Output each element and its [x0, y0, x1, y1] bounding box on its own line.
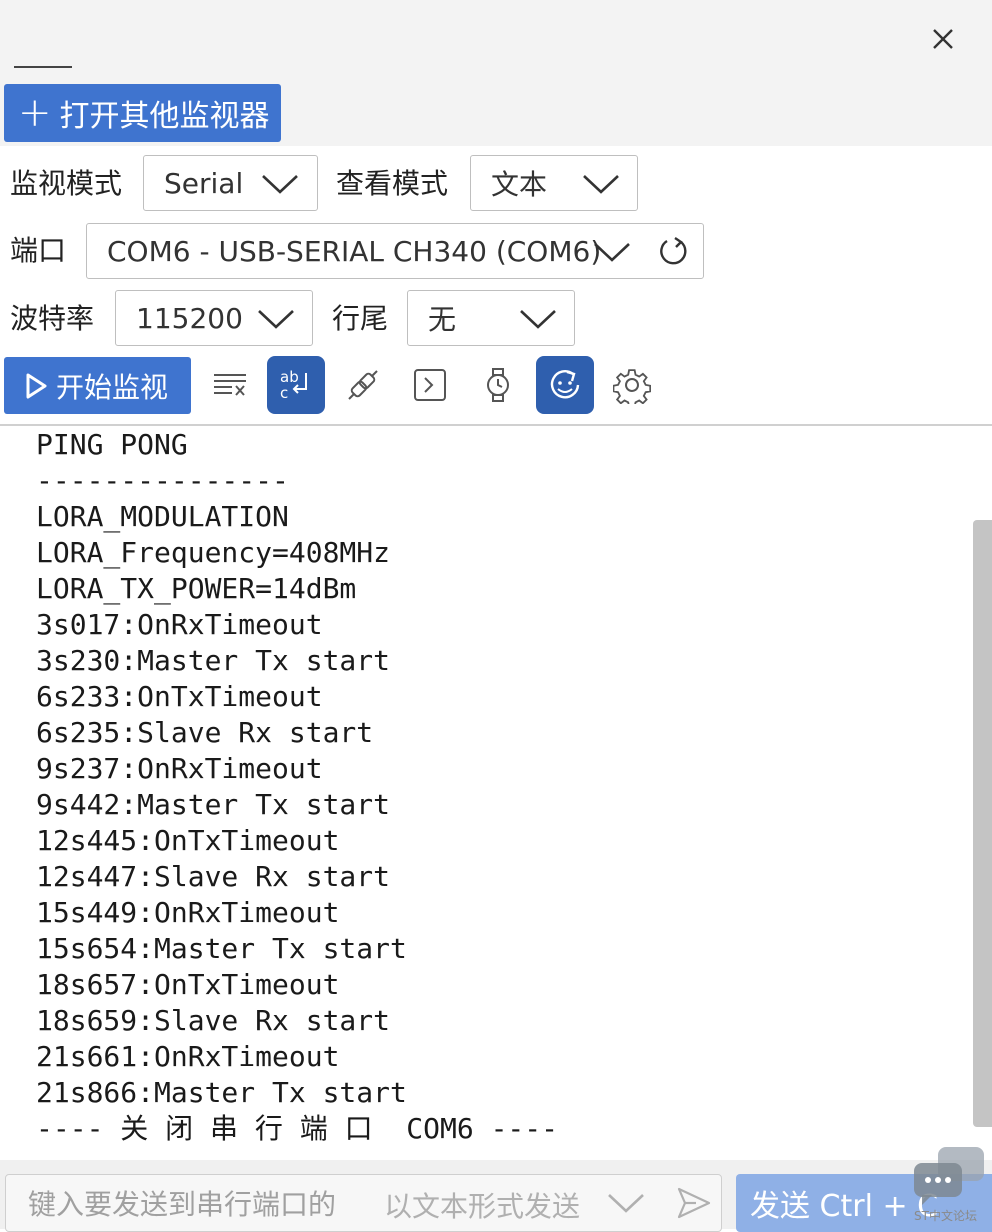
chevron-down-icon — [520, 310, 556, 329]
output-line: LORA_MODULATION — [36, 500, 289, 533]
start-monitor-button[interactable]: 开始监视 — [4, 357, 191, 414]
output-line: LORA_TX_POWER=14dBm — [36, 572, 357, 605]
connect-button[interactable] — [338, 360, 388, 410]
send-mode-label[interactable]: 以文本形式发送 — [384, 1185, 580, 1225]
output-line: 15s654:Master Tx start — [36, 932, 407, 965]
terminal-button[interactable] — [405, 360, 455, 410]
timestamp-button[interactable] — [473, 360, 523, 410]
output-line: 12s447:Slave Rx start — [36, 860, 391, 893]
chevron-down-icon — [262, 175, 298, 194]
plus-icon: + — [18, 90, 52, 136]
auto-reconnect-toggle[interactable] — [536, 356, 594, 414]
auto-reconnect-icon — [550, 370, 580, 399]
output-line: --------------- — [36, 464, 289, 497]
output-line: 12s445:OnTxTimeout — [36, 824, 340, 857]
start-monitor-label: 开始监视 — [56, 370, 169, 404]
output-line: 3s230:Master Tx start — [36, 644, 391, 677]
line-ending-label: 行尾 — [332, 302, 389, 335]
open-other-monitor-button[interactable]: + 打开其他监视器 — [4, 84, 281, 142]
send-input-box[interactable]: 以文本形式发送 — [5, 1174, 722, 1232]
output-line: 9s442:Master Tx start — [36, 788, 391, 821]
play-icon — [26, 373, 47, 398]
settings-icon — [613, 369, 651, 404]
output-line: PING PONG — [36, 428, 188, 461]
settings-button[interactable] — [607, 360, 657, 410]
watermark-text: ST中文论坛 — [914, 1209, 977, 1223]
toolbar-divider — [0, 424, 992, 426]
monitor-mode-select[interactable]: Serial — [143, 155, 318, 211]
port-select[interactable]: COM6 - USB-SERIAL CH340 (COM6) — [86, 223, 704, 279]
chevron-down-icon — [594, 243, 630, 262]
timestamp-icon — [487, 368, 509, 402]
chevron-down-icon — [258, 310, 294, 329]
refresh-icon[interactable] — [657, 235, 691, 269]
output-line: 21s866:Master Tx start — [36, 1076, 407, 1109]
output-line: 3s017:OnRxTimeout — [36, 608, 323, 641]
view-mode-label: 查看模式 — [336, 167, 449, 200]
open-other-monitor-label: 打开其他监视器 — [59, 99, 270, 134]
output-line: 18s659:Slave Rx start — [36, 1004, 391, 1037]
serial-output[interactable]: PING PONG --------------- LORA_MODULATION L… — [0, 427, 992, 1160]
clear-icon — [214, 374, 246, 396]
output-line: ---- 关 闭 串 行 端 口 COM6 ---- — [36, 1112, 559, 1145]
close-icon[interactable] — [926, 22, 960, 56]
output-line: 15s449:OnRxTimeout — [36, 896, 340, 929]
output-line: 18s657:OnTxTimeout — [36, 968, 340, 1001]
output-line: 6s233:OnTxTimeout — [36, 680, 323, 713]
line-ending-select[interactable]: 无 — [407, 290, 575, 346]
output-line: 6s235:Slave Rx start — [36, 716, 374, 749]
chevron-down-icon — [583, 175, 619, 194]
send-arrow-icon[interactable] — [676, 1185, 712, 1221]
output-lines: PING PONG --------------- LORA_MODULATION L… — [36, 427, 558, 1147]
tab-indicator — [14, 66, 72, 68]
output-line: LORA_Frequency=408MHz — [36, 536, 391, 569]
terminal-icon — [414, 369, 446, 401]
monitor-mode-label: 监视模式 — [10, 167, 123, 200]
clear-output-button[interactable] — [205, 360, 255, 410]
text-wrap-icon: ab c — [280, 368, 307, 402]
connect-icon — [348, 370, 378, 400]
svg-text:c: c — [280, 384, 288, 402]
output-line: 21s661:OnRxTimeout — [36, 1040, 340, 1073]
output-line: 9s237:OnRxTimeout — [36, 752, 323, 785]
port-label: 端口 — [10, 234, 67, 267]
view-mode-select[interactable]: 文本 — [470, 155, 638, 211]
send-input[interactable] — [26, 1183, 360, 1225]
scrollbar-thumb[interactable] — [973, 520, 992, 1127]
baud-rate-label: 波特率 — [10, 302, 95, 335]
chevron-down-icon[interactable] — [606, 1189, 646, 1217]
text-wrap-toggle[interactable]: ab c — [267, 356, 325, 414]
baud-rate-select[interactable]: 115200 — [115, 290, 313, 346]
